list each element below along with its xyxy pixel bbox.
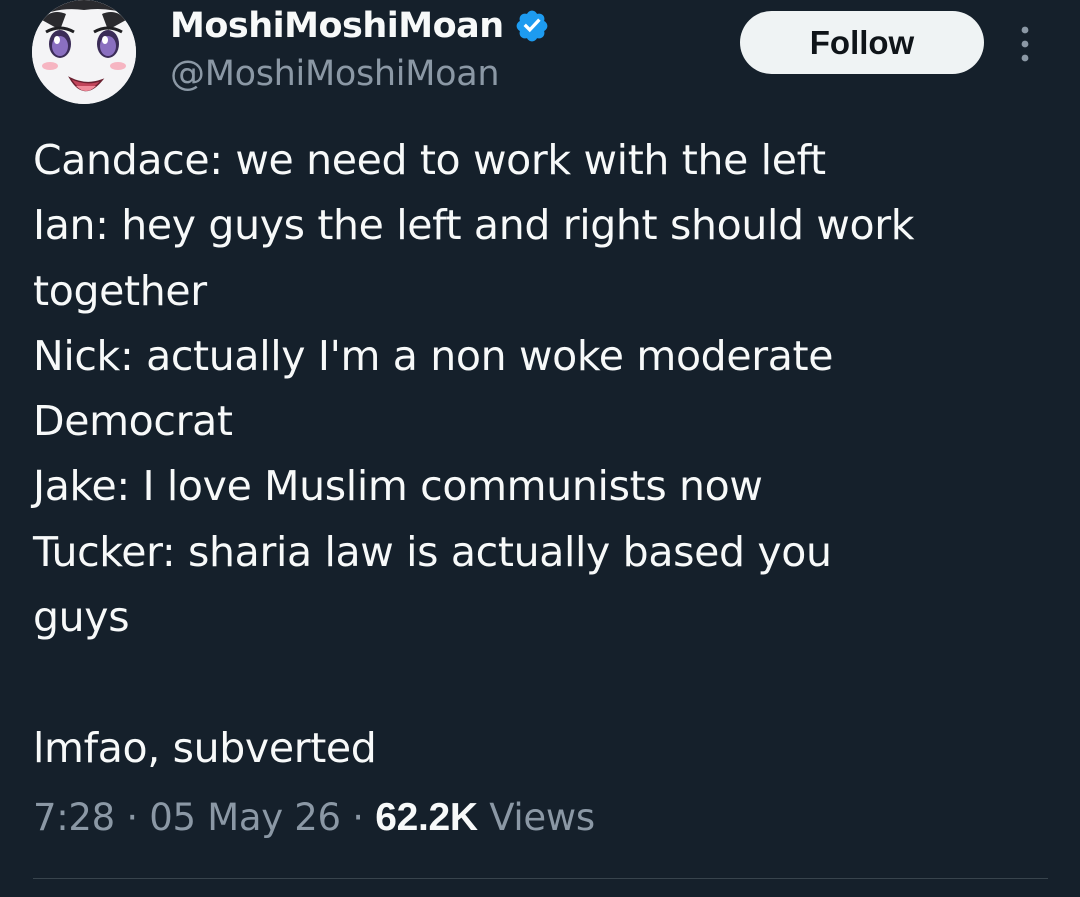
views-label: Views (489, 796, 595, 839)
tweet-line: Nick: actually I'm a non woke moderate (33, 331, 834, 380)
tweet-line: guys (33, 593, 130, 642)
tweet-line: Jake: I love Muslim communists now (33, 462, 763, 511)
avatar[interactable] (32, 0, 136, 104)
tweet-time[interactable]: 7:28 (33, 796, 115, 839)
tweet-line: Democrat (33, 397, 233, 446)
author-display-name[interactable]: MoshiMoshiMoan (170, 6, 504, 46)
divider (33, 878, 1048, 879)
tweet-meta: 7:28 · 05 May 26 · 62.2K Views (33, 796, 595, 840)
more-vertical-icon[interactable] (1012, 22, 1038, 66)
tweet-line: Tucker: sharia law is actually based you (33, 527, 832, 576)
follow-button[interactable]: Follow (740, 11, 984, 74)
avatar-anime-face-icon (32, 0, 136, 104)
tweet-line: together (33, 266, 207, 315)
meta-separator: · (126, 796, 138, 839)
tweet-text: Candace: we need to work with the left I… (33, 128, 1043, 781)
verified-badge-icon (514, 8, 550, 44)
tweet-line: lmfao, subverted (33, 723, 377, 772)
views-count: 62.2K (375, 796, 478, 839)
tweet-line: Ian: hey guys the left and right should … (33, 201, 915, 250)
tweet-date[interactable]: 05 May 26 (149, 796, 341, 839)
author-handle[interactable]: @MoshiMoshiMoan (170, 54, 500, 94)
meta-separator: · (352, 796, 364, 839)
tweet-line: Candace: we need to work with the left (33, 136, 826, 184)
author-name-row: MoshiMoshiMoan (170, 4, 550, 48)
tweet-card: MoshiMoshiMoan @MoshiMoshiMoan Follow Ca… (0, 0, 1080, 897)
